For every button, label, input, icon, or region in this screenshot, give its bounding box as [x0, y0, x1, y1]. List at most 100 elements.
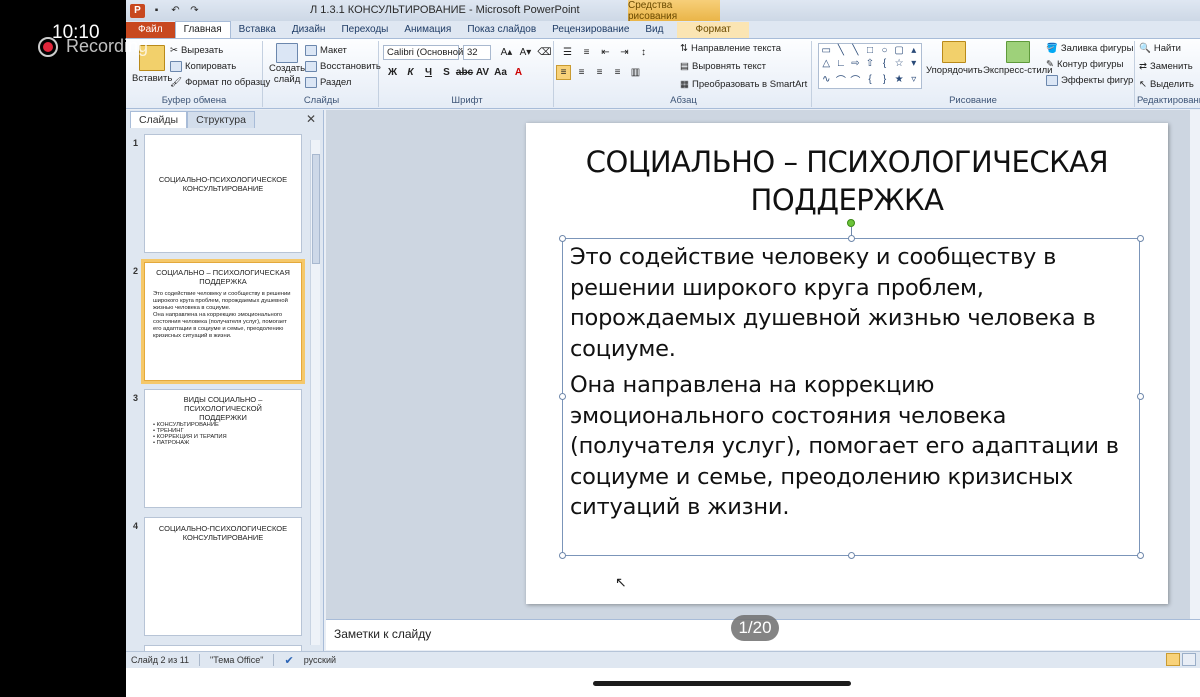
align-center-icon[interactable]: ≡	[574, 65, 589, 80]
font-name-combo[interactable]: Calibri (Основной	[383, 45, 463, 60]
tab-home[interactable]: Главная	[174, 21, 231, 38]
font-size-combo[interactable]: 32	[463, 45, 491, 60]
copy-button[interactable]: Копировать	[170, 61, 236, 72]
resize-handle-b[interactable]	[848, 552, 855, 559]
spacing-icon[interactable]: AV	[475, 65, 490, 80]
tab-insert[interactable]: Вставка	[231, 22, 284, 38]
home-indicator[interactable]	[593, 681, 851, 686]
align-right-icon[interactable]: ≡	[592, 65, 607, 80]
brace-shape-icon[interactable]: {	[883, 58, 886, 69]
align-text-button[interactable]: ▤ Выровнять текст	[680, 61, 766, 72]
columns-icon[interactable]: ▥	[628, 65, 643, 80]
tab-transitions[interactable]: Переходы	[333, 22, 396, 38]
panel-scrollbar[interactable]	[310, 140, 320, 645]
shape-fill-button[interactable]: 🪣 Заливка фигуры	[1046, 43, 1133, 54]
tab-slides[interactable]: Слайды	[130, 111, 188, 128]
tab-format[interactable]: Формат	[677, 22, 750, 38]
clear-format-icon[interactable]: ⌫	[537, 45, 552, 60]
current-slide[interactable]: СОЦИАЛЬНО – ПСИХОЛОГИЧЕСКАЯ ПОДДЕРЖКА Эт…	[526, 123, 1168, 604]
line-shape-icon[interactable]: ╲	[838, 45, 844, 56]
case-icon[interactable]: Aa	[493, 65, 508, 80]
layout-button[interactable]: Макет	[305, 45, 347, 56]
slide-thumbnail-3[interactable]: ВИДЫ СОЦИАЛЬНО – ПСИХОЛОГИЧЕСКОЙ ПОДДЕРЖ…	[144, 389, 302, 508]
tab-outline[interactable]: Структура	[187, 111, 255, 128]
select-button[interactable]: ↖ Выделить	[1139, 79, 1194, 90]
new-slide-button[interactable]: Создать слайд	[269, 43, 305, 85]
close-panel-icon[interactable]: ✕	[306, 112, 316, 126]
tab-animation[interactable]: Анимация	[396, 22, 459, 38]
slide-thumbnail-2[interactable]: СОЦИАЛЬНО – ПСИХОЛОГИЧЕСКАЯ ПОДДЕРЖКА Эт…	[141, 259, 305, 384]
shadow-icon[interactable]: S	[439, 65, 454, 80]
triangle-shape-icon[interactable]: △	[822, 58, 830, 69]
smartart-button[interactable]: ▦ Преобразовать в SmartArt	[680, 79, 807, 90]
resize-handle-l[interactable]	[559, 393, 566, 400]
bold-icon[interactable]: Ж	[385, 65, 400, 80]
section-button[interactable]: Раздел	[305, 77, 351, 88]
increase-indent-icon[interactable]: ⇥	[617, 45, 632, 60]
justify-icon[interactable]: ≡	[610, 65, 625, 80]
rectangle-shape-icon[interactable]: ▭	[822, 45, 831, 56]
format-painter-button[interactable]: 🖌 Формат по образцу	[170, 77, 270, 88]
decrease-indent-icon[interactable]: ⇤	[598, 45, 613, 60]
language[interactable]: русский	[304, 655, 336, 665]
font-color-icon[interactable]: A	[511, 65, 526, 80]
canvas-scrollbar[interactable]	[1190, 110, 1200, 619]
content-textbox[interactable]: Это содействие человеку и сообществу в р…	[562, 238, 1140, 556]
redo-icon[interactable]: ↷	[187, 4, 202, 18]
tab-review[interactable]: Рецензирование	[544, 22, 637, 38]
bullets-icon[interactable]: ☰	[560, 45, 575, 60]
powerpoint-logo-icon[interactable]: P	[130, 3, 145, 18]
star-shape-icon[interactable]: ☆	[895, 58, 904, 69]
find-button[interactable]: 🔍 Найти	[1139, 43, 1181, 54]
font-size-field[interactable]: 32	[463, 45, 491, 60]
slide-title[interactable]: СОЦИАЛЬНО – ПСИХОЛОГИЧЕСКАЯ ПОДДЕРЖКА	[546, 143, 1148, 219]
numbering-icon[interactable]: ≡	[579, 45, 594, 60]
gallery-up-icon[interactable]: ▴	[911, 45, 916, 56]
cut-button[interactable]: ✂ Вырезать	[170, 45, 223, 56]
sorter-view-icon[interactable]	[1182, 653, 1196, 666]
shape-effects-button[interactable]: Эффекты фигур	[1046, 75, 1133, 86]
tab-design[interactable]: Дизайн	[284, 22, 334, 38]
slide-thumbnail-4[interactable]: СОЦИАЛЬНО-ПСИХОЛОГИЧЕСКОЕ КОНСУЛЬТИРОВАН…	[144, 517, 302, 636]
line-spacing-icon[interactable]: ↕	[636, 45, 651, 60]
resize-handle-bl[interactable]	[559, 552, 566, 559]
align-left-icon[interactable]: ≡	[556, 65, 571, 80]
undo-icon[interactable]: ↶	[168, 4, 183, 18]
save-icon[interactable]: ▪	[149, 4, 164, 18]
scrollbar-thumb[interactable]	[312, 154, 320, 264]
resize-handle-tl[interactable]	[559, 235, 566, 242]
italic-icon[interactable]: К	[403, 65, 418, 80]
rect-shape-icon[interactable]: □	[867, 45, 873, 56]
underline-icon[interactable]: Ч	[421, 65, 436, 80]
rotate-handle[interactable]	[847, 219, 855, 227]
star-small-icon[interactable]: ★	[895, 74, 904, 85]
line-shape-icon-2[interactable]: ╲	[852, 45, 858, 56]
text-direction-button[interactable]: ⇅ Направление текста	[680, 43, 781, 54]
gallery-more-icon[interactable]: ▿	[911, 74, 916, 85]
replace-button[interactable]: ⇄ Заменить	[1139, 61, 1193, 72]
slide-thumbnail-1[interactable]: СОЦИАЛЬНО-ПСИХОЛОГИЧЕСКОЕ КОНСУЛЬТИРОВАН…	[144, 134, 302, 253]
arc-shape-icon[interactable]: ⌒	[836, 72, 846, 87]
spellcheck-icon[interactable]: ✔	[284, 654, 293, 667]
arrow-shape-icon[interactable]: ⇨	[851, 58, 859, 69]
oval-shape-icon[interactable]: ○	[882, 45, 888, 56]
resize-handle-r[interactable]	[1137, 393, 1144, 400]
brace-open-icon[interactable]: {	[868, 74, 871, 85]
tab-slideshow[interactable]: Показ слайдов	[459, 22, 544, 38]
resize-handle-tr[interactable]	[1137, 235, 1144, 242]
curve-shape-icon[interactable]: ∿	[822, 74, 830, 85]
reset-button[interactable]: Восстановить	[305, 61, 381, 72]
resize-handle-t[interactable]	[848, 235, 855, 242]
resize-handle-br[interactable]	[1137, 552, 1144, 559]
arrange-button[interactable]: Упорядочить	[926, 41, 983, 76]
quick-styles-button[interactable]: Экспресс-стили	[983, 41, 1052, 76]
brace-close-icon[interactable]: }	[883, 74, 886, 85]
grow-font-icon[interactable]: A▴	[499, 45, 514, 60]
rounded-rect-icon[interactable]: ▢	[894, 45, 903, 56]
elbow-shape-icon[interactable]: ∟	[836, 58, 846, 69]
tab-view[interactable]: Вид	[637, 22, 671, 38]
recording-indicator[interactable]: Recording	[38, 36, 148, 57]
strikethrough-icon[interactable]: abc	[456, 65, 473, 80]
gallery-down-icon[interactable]: ▾	[911, 58, 916, 69]
font-name-field[interactable]: Calibri (Основной	[383, 45, 463, 60]
